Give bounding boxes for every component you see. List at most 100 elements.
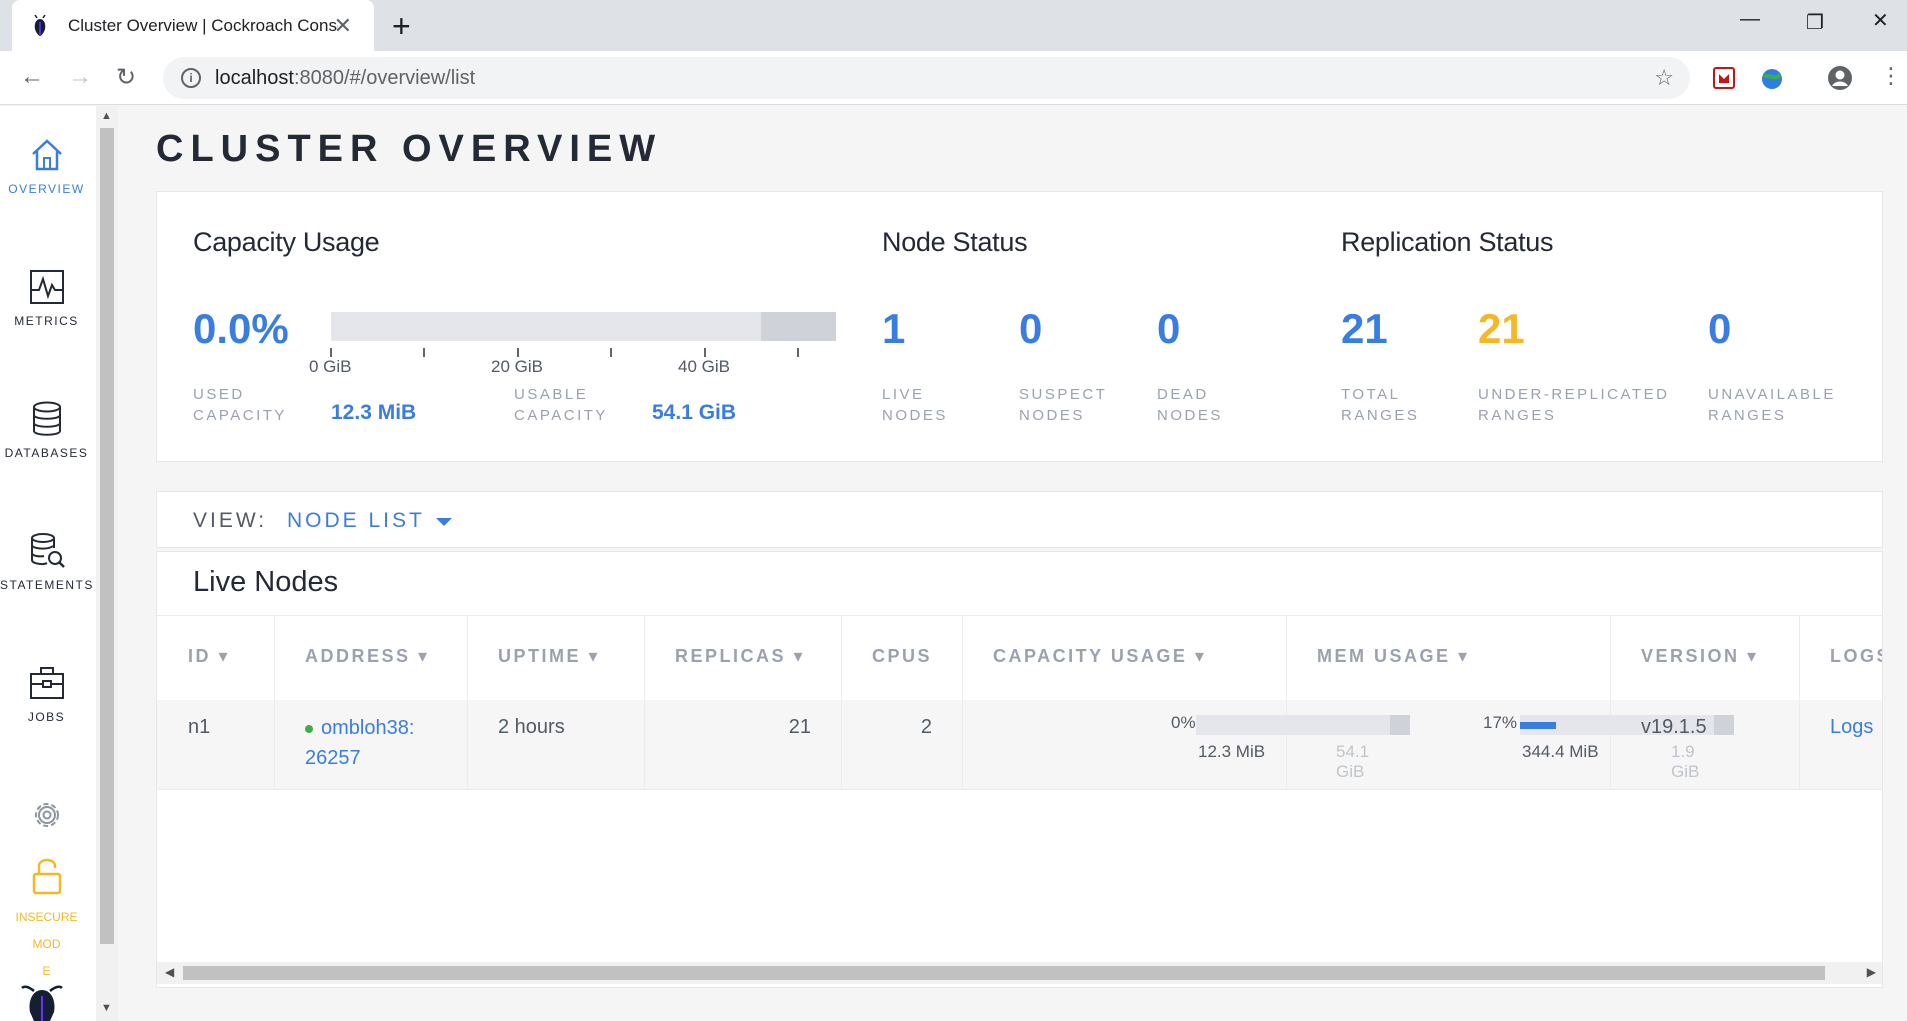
back-icon[interactable]: ← [20,63,44,91]
live-nodes-card: Live Nodes ID ▾ ADDRESS ▾ UPTIME ▾ REPLI… [156,551,1883,988]
horizontal-scrollbar[interactable]: ◀ ▶ [157,962,1882,984]
sidebar-item-databases[interactable]: DATABASES [0,400,93,460]
cockroach-logo-icon [21,985,63,1021]
column-header-uptime[interactable]: UPTIME ▾ [468,616,645,701]
axis-tick [423,348,425,357]
axis-tick [330,348,332,357]
gear-icon [34,803,59,827]
address-bar[interactable]: i localhost :8080/#/overview/list ☆ [163,57,1690,99]
axis-label: 20 GiB [491,357,543,376]
page-title: CLUSTER OVERVIEW [156,128,663,170]
capacity-percent-label: 0% [1171,713,1196,732]
unavailable-ranges-count: 0 [1708,305,1732,352]
node-address-link[interactable]: ombloh38: 26257 [275,700,468,790]
url-host: localhost [215,66,294,89]
sidebar-item-jobs[interactable]: JOBS [0,664,93,724]
node-id: n1 [157,700,275,790]
node-mem-usage: 17% 344.4 MiB 1.9 GiB [1287,700,1734,790]
column-header-id[interactable]: ID ▾ [157,616,275,701]
unavailable-ranges-label: UNAVAILABLE RANGES [1708,386,1836,424]
settings-gear-button[interactable] [0,796,93,834]
column-header-mem-usage[interactable]: MEM USAGE ▾ [1287,616,1611,701]
capacity-usage-title: Capacity Usage [193,227,380,257]
extension-globe-icon[interactable] [1759,65,1785,91]
axis-tick [517,348,519,357]
scroll-left-arrow-icon[interactable]: ◀ [165,965,174,979]
scroll-right-arrow-icon[interactable]: ▶ [1867,965,1876,979]
bookmark-star-icon[interactable]: ☆ [1654,65,1674,91]
extension-shield-icon[interactable] [1711,65,1737,91]
mem-used-label: 344.4 MiB [1522,742,1599,761]
view-dropdown[interactable]: NODE LIST [287,509,425,533]
live-nodes-label: LIVE NODES [882,386,948,424]
forward-icon[interactable]: → [68,63,92,91]
tab-title: Cluster Overview | Cockroach Console [68,15,338,35]
minimize-icon[interactable]: — [1740,8,1760,31]
profile-avatar-icon[interactable] [1827,65,1853,91]
usable-capacity-value: 54.1 GiB [652,401,737,424]
sidebar-item-label: METRICS [14,314,79,328]
dead-nodes-count: 0 [1157,305,1181,352]
site-info-icon[interactable]: i [181,68,201,88]
total-ranges-count: 21 [1341,305,1388,352]
view-selector-bar: VIEW: NODE LIST [156,491,1883,548]
column-header-address[interactable]: ADDRESS ▾ [275,616,468,701]
scroll-up-arrow-icon[interactable]: ▲ [101,110,112,122]
reload-icon[interactable]: ↻ [116,63,136,92]
usable-capacity-label: USABLE CAPACITY [514,386,608,424]
node-replicas: 21 [645,700,842,790]
unlocked-lock-icon [32,858,61,895]
caret-down-icon[interactable] [436,518,452,526]
total-ranges-label: TOTAL RANGES [1341,386,1420,424]
browser-tab-bar: Cluster Overview | Cockroach Console ✕ +… [0,0,1907,51]
table-row: n1 ombloh38: 26257 2 hours 21 2 0% 12.3 M… [157,700,1882,790]
axis-label: 0 GiB [309,357,352,376]
browser-toolbar: ← → ↻ i localhost :8080/#/overview/list … [0,51,1907,105]
new-tab-button[interactable]: + [392,8,411,45]
node-version: v19.1.5 [1611,700,1800,790]
mem-percent-label: 17% [1483,713,1518,732]
sidebar-item-overview[interactable]: OVERVIEW [0,136,93,196]
node-logs-link[interactable]: Logs [1800,700,1882,790]
column-header-replicas[interactable]: REPLICAS ▾ [645,616,842,701]
axis-tick [797,348,799,357]
sidebar-item-statements[interactable]: STATEMENTS [0,532,93,592]
axis-label: 40 GiB [678,357,730,376]
metrics-icon [29,270,64,304]
home-icon [31,139,62,171]
axis-tick [610,348,612,357]
used-capacity-label: USED CAPACITY [193,386,287,424]
suspect-nodes-label: SUSPECT NODES [1019,386,1108,424]
used-capacity-value: 12.3 MiB [331,401,417,424]
url-path: :8080/#/overview/list [293,66,476,89]
scroll-down-arrow-icon[interactable]: ▼ [101,1002,112,1014]
sidebar-item-label: STATEMENTS [0,578,94,592]
mem-usage-fill [1520,722,1556,729]
horizontal-scrollbar-thumb[interactable] [183,966,1825,980]
close-tab-icon[interactable]: ✕ [334,13,352,39]
window-close-icon[interactable]: ✕ [1872,8,1889,33]
column-header-cpus: CPUS [842,616,963,701]
live-status-dot [305,724,313,733]
column-header-capacity-usage[interactable]: CAPACITY USAGE ▾ [963,616,1287,701]
browser-menu-icon[interactable]: ⋮ [1880,63,1902,89]
sidebar-item-metrics[interactable]: METRICS [0,268,93,328]
insecure-mode-indicator[interactable]: INSECURE MOD E [0,856,93,985]
capacity-bar-available [761,312,836,341]
capacity-percent: 0.0% [193,305,289,352]
axis-tick [704,348,706,357]
restore-icon[interactable]: ❐ [1806,10,1824,35]
sidebar-item-label: JOBS [27,710,66,724]
sidebar-scrollbar-thumb[interactable] [100,128,114,944]
replication-status-title: Replication Status [1341,227,1554,257]
cockroach-favicon-icon [34,14,46,36]
node-capacity-usage: 0% 12.3 MiB 54.1 GiB [963,700,1410,790]
browser-tab[interactable]: Cluster Overview | Cockroach Console ✕ [12,0,374,51]
sidebar-item-label: OVERVIEW [8,182,85,196]
node-uptime: 2 hours [468,700,645,790]
view-label: VIEW: [193,509,268,532]
dead-nodes-label: DEAD NODES [1157,386,1223,424]
column-header-version[interactable]: VERSION ▾ [1611,616,1800,701]
suspect-nodes-count: 0 [1019,305,1043,352]
live-nodes-title: Live Nodes [193,566,339,598]
